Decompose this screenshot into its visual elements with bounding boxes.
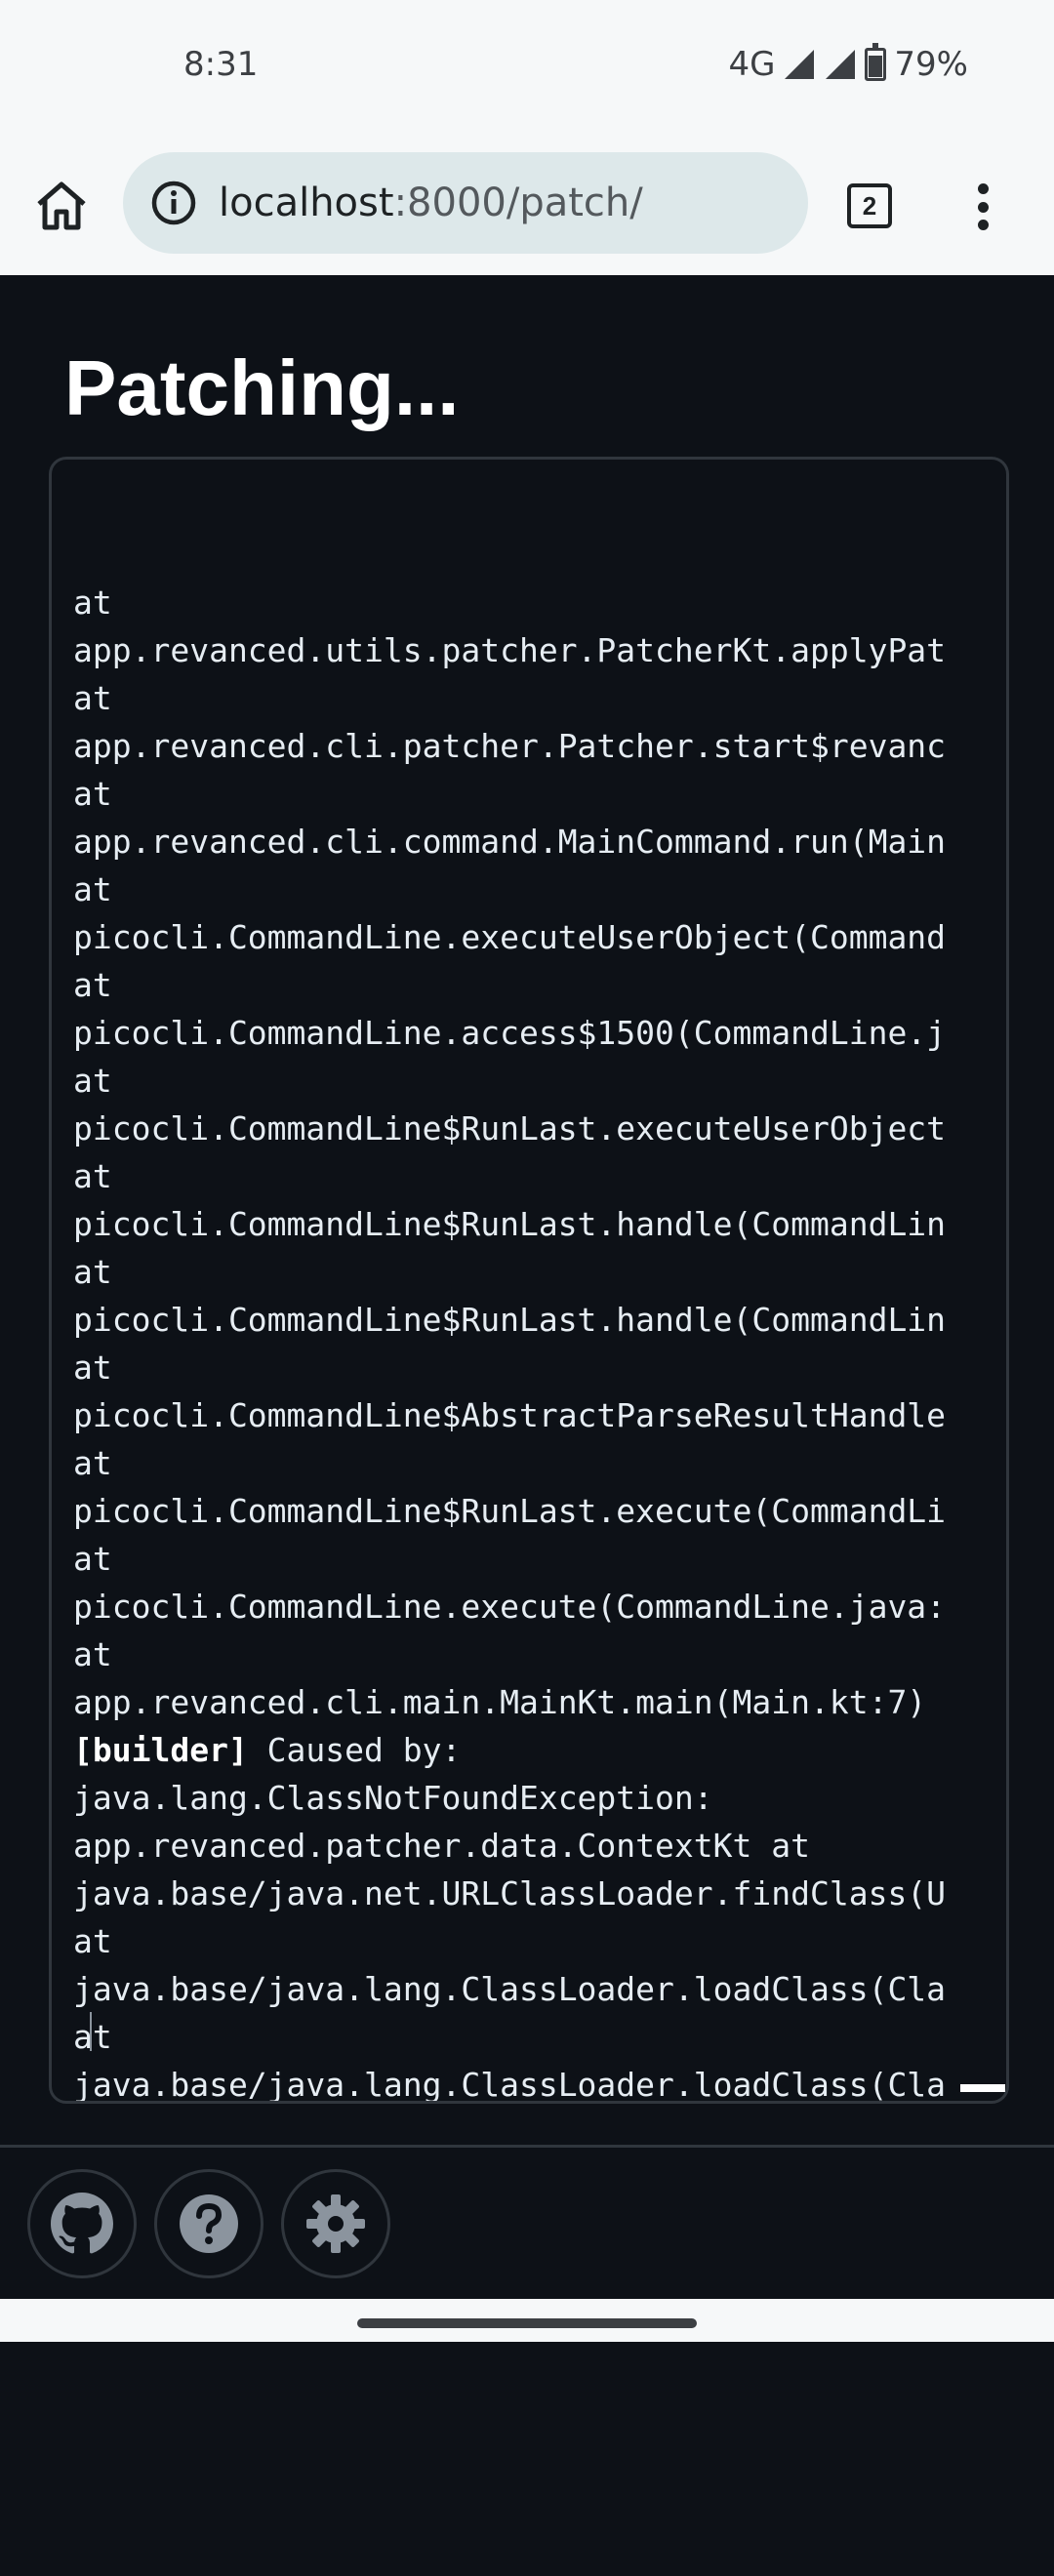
- status-time: 8:31: [183, 45, 259, 84]
- builder-tag: [builder]: [73, 1731, 248, 1769]
- log-line: picocli.CommandLine$RunLast.handle(Comma…: [73, 1205, 947, 1243]
- settings-icon: [306, 2194, 365, 2253]
- log-line: app.revanced.cli.main.MainKt.main(Main.k…: [73, 1683, 927, 1721]
- status-bar: 8:31 4G 79%: [0, 0, 1054, 137]
- log-line: at: [73, 679, 112, 717]
- log-line: java.base/java.lang.ClassLoader.loadClas…: [73, 1970, 947, 2008]
- battery-level: 79%: [894, 45, 968, 84]
- url-host: localhost: [219, 181, 394, 225]
- address-bar[interactable]: localhost:8000/patch/: [123, 152, 808, 254]
- help-icon: [180, 2194, 238, 2253]
- home-icon: [37, 181, 86, 230]
- log-line: at: [73, 1253, 112, 1291]
- log-line: app.revanced.patcher.data.ContextKt at: [73, 1827, 810, 1865]
- log-line: java.base/java.lang.ClassLoader.loadClas…: [73, 2066, 947, 2104]
- log-line: at: [73, 775, 112, 813]
- log-line: at: [73, 1635, 112, 1673]
- tab-switcher-button[interactable]: 2: [847, 183, 892, 228]
- log-line: java.base/java.net.URLClassLoader.findCl…: [73, 1874, 947, 1912]
- settings-button[interactable]: [281, 2169, 390, 2278]
- browser-toolbar: localhost:8000/patch/ 2: [0, 137, 1054, 275]
- status-right: 4G 79%: [728, 43, 968, 84]
- resize-handle[interactable]: [960, 2084, 1005, 2092]
- url-text[interactable]: localhost:8000/patch/: [219, 181, 643, 225]
- log-line: picocli.CommandLine$AbstractParseResultH…: [73, 1396, 947, 1434]
- log-line: picocli.CommandLine.execute(CommandLine.…: [73, 1588, 947, 1626]
- log-line: at: [73, 1922, 112, 1960]
- home-gesture-pill[interactable]: [357, 2318, 697, 2328]
- help-button[interactable]: [154, 2169, 264, 2278]
- page-content: Patching... at app.revanced.utils.patcher…: [0, 275, 1054, 2576]
- battery-icon: [865, 43, 887, 81]
- signal-icon: [826, 50, 856, 79]
- github-icon: [51, 2193, 113, 2254]
- log-line: at: [73, 870, 112, 908]
- home-button[interactable]: [29, 174, 94, 238]
- log-output[interactable]: at app.revanced.utils.patcher.PatcherKt.a…: [49, 457, 1009, 2104]
- log-line: app.revanced.cli.command.MainCommand.run…: [73, 823, 947, 861]
- caused-by-text: Caused by:: [247, 1731, 462, 1769]
- log-line: at: [73, 1444, 112, 1482]
- log-line: picocli.CommandLine$RunLast.execute(Comm…: [73, 1492, 947, 1530]
- log-line: picocli.CommandLine$RunLast.executeUserO…: [73, 1109, 947, 1147]
- log-line: at: [73, 1540, 112, 1578]
- page-title: Patching...: [64, 344, 460, 431]
- more-menu-icon[interactable]: [966, 180, 999, 234]
- signal-icon: [785, 50, 815, 79]
- log-line: picocli.CommandLine$RunLast.handle(Comma…: [73, 1301, 947, 1339]
- github-button[interactable]: [27, 2169, 137, 2278]
- log-line: picocli.CommandLine.access$1500(CommandL…: [73, 1014, 947, 1052]
- log-line: picocli.CommandLine.executeUserObject(Co…: [73, 918, 947, 956]
- log-line: at: [73, 1348, 112, 1387]
- log-line: at: [73, 1157, 112, 1195]
- url-path: :8000/patch/: [393, 181, 643, 225]
- log-line: at: [73, 584, 112, 622]
- log-line: at: [73, 1062, 112, 1100]
- info-icon[interactable]: [148, 178, 199, 228]
- log-line: at: [73, 966, 112, 1004]
- log-line: at: [73, 2018, 112, 2056]
- log-line-builder: [builder] Caused by:: [73, 1726, 1006, 1774]
- log-text: at app.revanced.utils.patcher.PatcherKt.a…: [73, 460, 1006, 2104]
- network-type: 4G: [728, 45, 776, 84]
- log-line: java.lang.ClassNotFoundException:: [73, 1779, 713, 1817]
- log-line: app.revanced.cli.patcher.Patcher.start$r…: [73, 727, 947, 765]
- gesture-nav-bar: [0, 2299, 1054, 2342]
- footer: [0, 2145, 1054, 2576]
- text-cursor: [90, 2012, 92, 2051]
- log-line: app.revanced.utils.patcher.PatcherKt.app…: [73, 631, 947, 669]
